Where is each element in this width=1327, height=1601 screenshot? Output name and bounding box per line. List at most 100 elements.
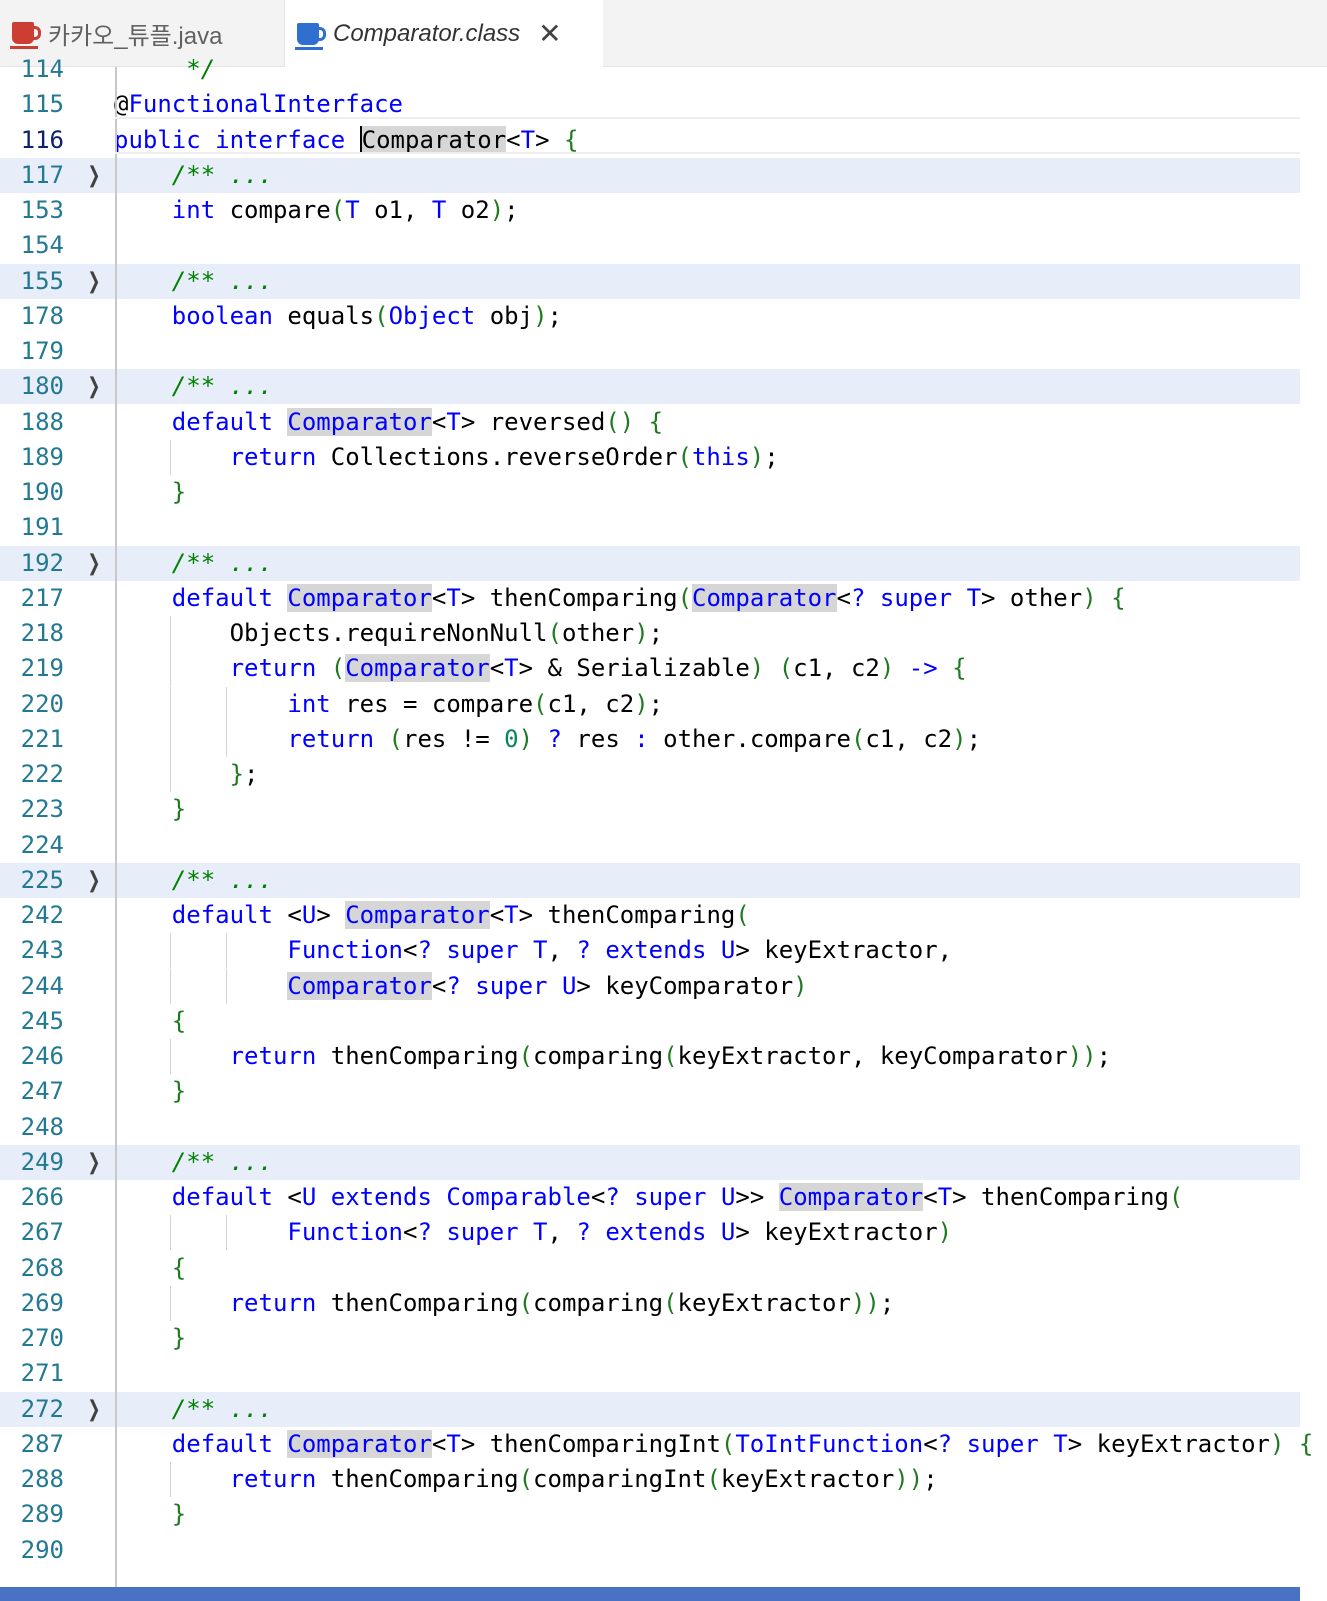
chevron-right-icon[interactable]: ❯ <box>87 863 101 898</box>
code-line[interactable]: 287 default Comparator<T> thenComparingI… <box>0 1427 1313 1462</box>
code-token: return <box>287 724 375 753</box>
current-line-border <box>115 152 1300 154</box>
code-line[interactable]: 243 Function<? super T, ? extends U> key… <box>0 933 1300 969</box>
folded-comment-line[interactable]: 192 ❯ /** ... <box>0 545 1300 581</box>
code-line[interactable]: 154 <box>0 228 1300 263</box>
chevron-right-icon[interactable]: ❯ <box>87 264 101 299</box>
code-token: /** ... <box>171 372 273 401</box>
code-token: T <box>345 196 360 224</box>
chevron-right-icon[interactable]: ❯ <box>87 158 101 193</box>
code-token: U <box>301 1183 317 1211</box>
folded-comment-line[interactable]: 180 ❯ /** ... <box>0 369 1300 405</box>
folded-comment-line[interactable]: 117 ❯ /** ... <box>0 157 1300 193</box>
code-text: /** ... <box>114 264 273 299</box>
code-line[interactable]: 271 <box>0 1356 1300 1391</box>
code-line[interactable]: 242 default <U> Comparator<T> thenCompar… <box>0 898 1300 933</box>
code-line[interactable]: 179 <box>0 334 1300 369</box>
code-token: { <box>952 654 967 683</box>
chevron-right-icon[interactable]: ❯ <box>87 1392 101 1427</box>
code-token: )) <box>894 1465 924 1493</box>
code-line[interactable]: 246 return thenComparing(comparing(keyEx… <box>0 1039 1300 1074</box>
code-text: return thenComparing(comparing(keyExtrac… <box>114 1039 1111 1074</box>
code-line[interactable]: 245 { <box>0 1004 1300 1039</box>
code-line[interactable]: 223 } <box>0 792 1300 827</box>
folded-comment-line[interactable]: 272 ❯ /** ... <box>0 1391 1300 1427</box>
code-line[interactable]: 268 { <box>0 1251 1300 1286</box>
code-line[interactable]: 190 } <box>0 475 1300 510</box>
code-token: c1, c2 <box>793 654 880 683</box>
code-token: return <box>229 1288 317 1317</box>
code-line[interactable]: 290 <box>0 1533 1300 1568</box>
folded-comment-line[interactable]: 155 ❯ /** ... <box>0 263 1300 299</box>
code-token: < <box>272 901 302 929</box>
code-editor[interactable]: 114 */115 @FunctionalInterface 116 public i… <box>0 55 1327 1587</box>
code-token: ? <box>446 971 461 1000</box>
code-token: > keyComparator <box>576 971 794 1000</box>
code-line[interactable]: 269 return thenComparing(comparing(keyEx… <box>0 1285 1300 1321</box>
code-token: default <box>171 901 273 929</box>
code-line[interactable]: 219 return (Comparator<T> & Serializable… <box>0 651 1300 687</box>
code-token: ) <box>952 724 967 753</box>
code-line[interactable]: 247 } <box>0 1074 1300 1109</box>
code-text: /** ... <box>114 863 273 898</box>
code-line[interactable]: 218 Objects.requireNonNull(other); <box>0 616 1300 651</box>
code-line[interactable]: 220 int res = compare(c1, c2); <box>0 686 1300 722</box>
code-token: obj <box>475 301 534 330</box>
line-number: 153 <box>20 196 64 224</box>
code-line[interactable]: 248 <box>0 1110 1300 1145</box>
highlighted-symbol: Comparator <box>692 583 837 612</box>
folded-comment-line[interactable]: 225 ❯ /** ... <box>0 862 1300 898</box>
code-token: ( <box>374 301 389 330</box>
code-token: keyExtractor <box>720 1465 895 1493</box>
code-line[interactable]: 289 } <box>0 1497 1300 1532</box>
code-token: U <box>720 936 736 965</box>
code-token: comparingInt <box>533 1465 707 1493</box>
chevron-right-icon[interactable]: ❯ <box>87 1145 101 1180</box>
code-line[interactable]: 266 default <U extends Comparable<? supe… <box>0 1180 1300 1215</box>
code-line[interactable]: 267 Function<? super T, ? extends U> key… <box>0 1215 1300 1251</box>
code-token: } <box>171 1500 187 1529</box>
code-token: ; <box>764 442 779 471</box>
code-token: ? <box>605 1183 620 1211</box>
code-token: > thenComparing <box>952 1183 1169 1211</box>
code-line[interactable]: 224 <box>0 828 1300 863</box>
line-number: 178 <box>20 301 64 330</box>
code-line[interactable]: 217 default Comparator<T> thenComparing(… <box>0 581 1300 616</box>
code-line[interactable]: 189 return Collections.reverseOrder(this… <box>0 439 1300 475</box>
chevron-right-icon[interactable]: ❯ <box>87 369 101 404</box>
code-line[interactable]: 222 }; <box>0 757 1300 792</box>
line-number: 224 <box>20 830 64 859</box>
code-line[interactable]: 221 return (res != 0) ? res : other.comp… <box>0 721 1300 757</box>
class-file-icon <box>295 22 326 50</box>
line-number: 249 <box>20 1147 64 1176</box>
code-line[interactable]: 191 <box>0 510 1300 545</box>
chevron-right-icon[interactable]: ❯ <box>87 546 101 581</box>
close-icon[interactable]: ✕ <box>538 17 561 50</box>
code-line[interactable]: 288 return thenComparing(comparingInt(ke… <box>0 1462 1300 1497</box>
code-text: return thenComparing(comparing(keyExtrac… <box>114 1286 895 1321</box>
code-token: ( <box>735 901 750 929</box>
highlighted-symbol: Comparator <box>345 654 490 683</box>
code-token: > <box>316 901 346 929</box>
code-line[interactable]: 114 */ <box>0 52 1300 87</box>
code-line[interactable]: 153 int compare(T o1, T o2); <box>0 193 1300 228</box>
code-token: /** ... <box>171 1394 273 1423</box>
code-token: T <box>446 1429 461 1458</box>
code-line[interactable]: 270 } <box>0 1321 1300 1356</box>
code-line[interactable]: 188 default Comparator<T> reversed() { <box>0 405 1300 440</box>
folded-comment-line[interactable]: 249 ❯ /** ... <box>0 1144 1300 1180</box>
code-token: } <box>229 760 245 788</box>
code-line[interactable]: 244 Comparator<? super U> keyComparator) <box>0 968 1300 1004</box>
code-line[interactable]: 178 boolean equals(Object obj); <box>0 299 1300 334</box>
code-token: < <box>402 936 418 965</box>
